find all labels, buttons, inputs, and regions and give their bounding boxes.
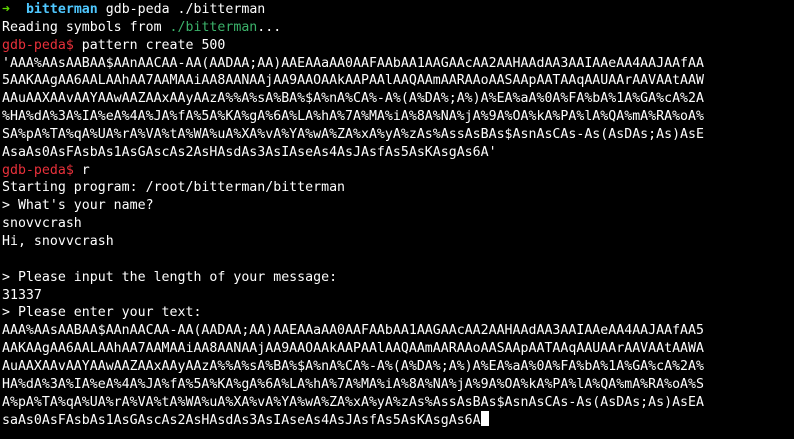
text-input-line: AAKAAgAA6AALAAhAA7AAMAAiAA8AANAAjAA9AAOA…: [2, 341, 704, 357]
length-input: 31337: [2, 287, 42, 303]
length-prompt: > Please input the length of your messag…: [2, 269, 338, 285]
program-start-line: Starting program: /root/bitterman/bitter…: [2, 180, 346, 196]
shell-arrow-icon: ➜: [2, 2, 10, 17]
text-input-line-last: saAs0AsFAsbAs1AsGAscAs2AsHAsdAs3AsIAseAs…: [2, 411, 794, 429]
gdb-prompt: gdb-peda$: [2, 37, 74, 53]
text-prompt: > Please enter your text:: [2, 305, 202, 321]
reading-symbols-text: Reading symbols from: [2, 19, 170, 35]
text-input-line: A%pA%TA%qA%UA%rA%VA%tA%WA%uA%XA%vA%YA%wA…: [2, 394, 704, 410]
reading-symbols-suffix: ...: [257, 19, 282, 35]
terminal-cursor[interactable]: [480, 411, 489, 427]
shell-command: gdb-peda ./bitterman: [105, 2, 266, 17]
gdb-prompt: gdb-peda$: [2, 162, 74, 178]
binary-path: ./bitterman: [169, 19, 258, 35]
gdb-command-line: gdb-peda$ r: [2, 162, 794, 180]
shell-cwd: bitterman: [25, 2, 98, 17]
pattern-output-line: SA%pA%TA%qA%UA%rA%VA%tA%WA%uA%XA%vA%YA%w…: [2, 126, 704, 142]
gdb-command: pattern create 500: [81, 37, 226, 53]
pattern-output-line: AsaAs0AsFAsbAs1AsGAscAs2AsHAsdAs3AsIAseA…: [2, 144, 497, 160]
gdb-command: r: [81, 162, 90, 178]
shell-command-line: ➜ bitterman gdb-peda ./bitterman: [2, 1, 794, 19]
text-input-line: AuAAXAAvAAYAAwAAZAAxAAyAAzA%%A%sA%BA%$A%…: [2, 358, 704, 374]
text-input-line: AAA%AAsAABAA$AAnAACAA-AA(AADAA;AA)AAEAAa…: [2, 323, 704, 339]
greeting-line: Hi, snovvcrash: [2, 233, 114, 249]
name-prompt: > What's your name?: [2, 198, 154, 214]
text-input-line: HA%dA%3A%IA%eA%4A%JA%fA%5A%KA%gA%6A%LA%h…: [2, 376, 704, 392]
terminal-window[interactable]: ➜ bitterman gdb-peda ./bitterman Reading…: [0, 0, 794, 439]
pattern-output-line: %HA%dA%3A%IA%eA%4A%JA%fA%5A%KA%gA%6A%LA%…: [2, 109, 704, 125]
reading-symbols-line: Reading symbols from ./bitterman...: [2, 19, 794, 37]
pattern-output-line: 'AAA%AAsAABAA$AAnAACAA-AA(AADAA;AA)AAEAA…: [2, 55, 704, 71]
pattern-output-line: AAuAAXAAvAAYAAwAAZAAxAAyAAzA%%A%sA%BA%$A…: [2, 91, 704, 107]
text-input-text: saAs0AsFAsbAs1AsGAscAs2AsHAsdAs3AsIAseAs…: [2, 413, 481, 429]
pattern-output-line: 5AAKAAgAA6AALAAhAA7AAMAAiAA8AANAAjAA9AAO…: [2, 73, 704, 89]
gdb-command-line: gdb-peda$ pattern create 500: [2, 37, 794, 55]
name-input: snovvcrash: [2, 216, 82, 232]
